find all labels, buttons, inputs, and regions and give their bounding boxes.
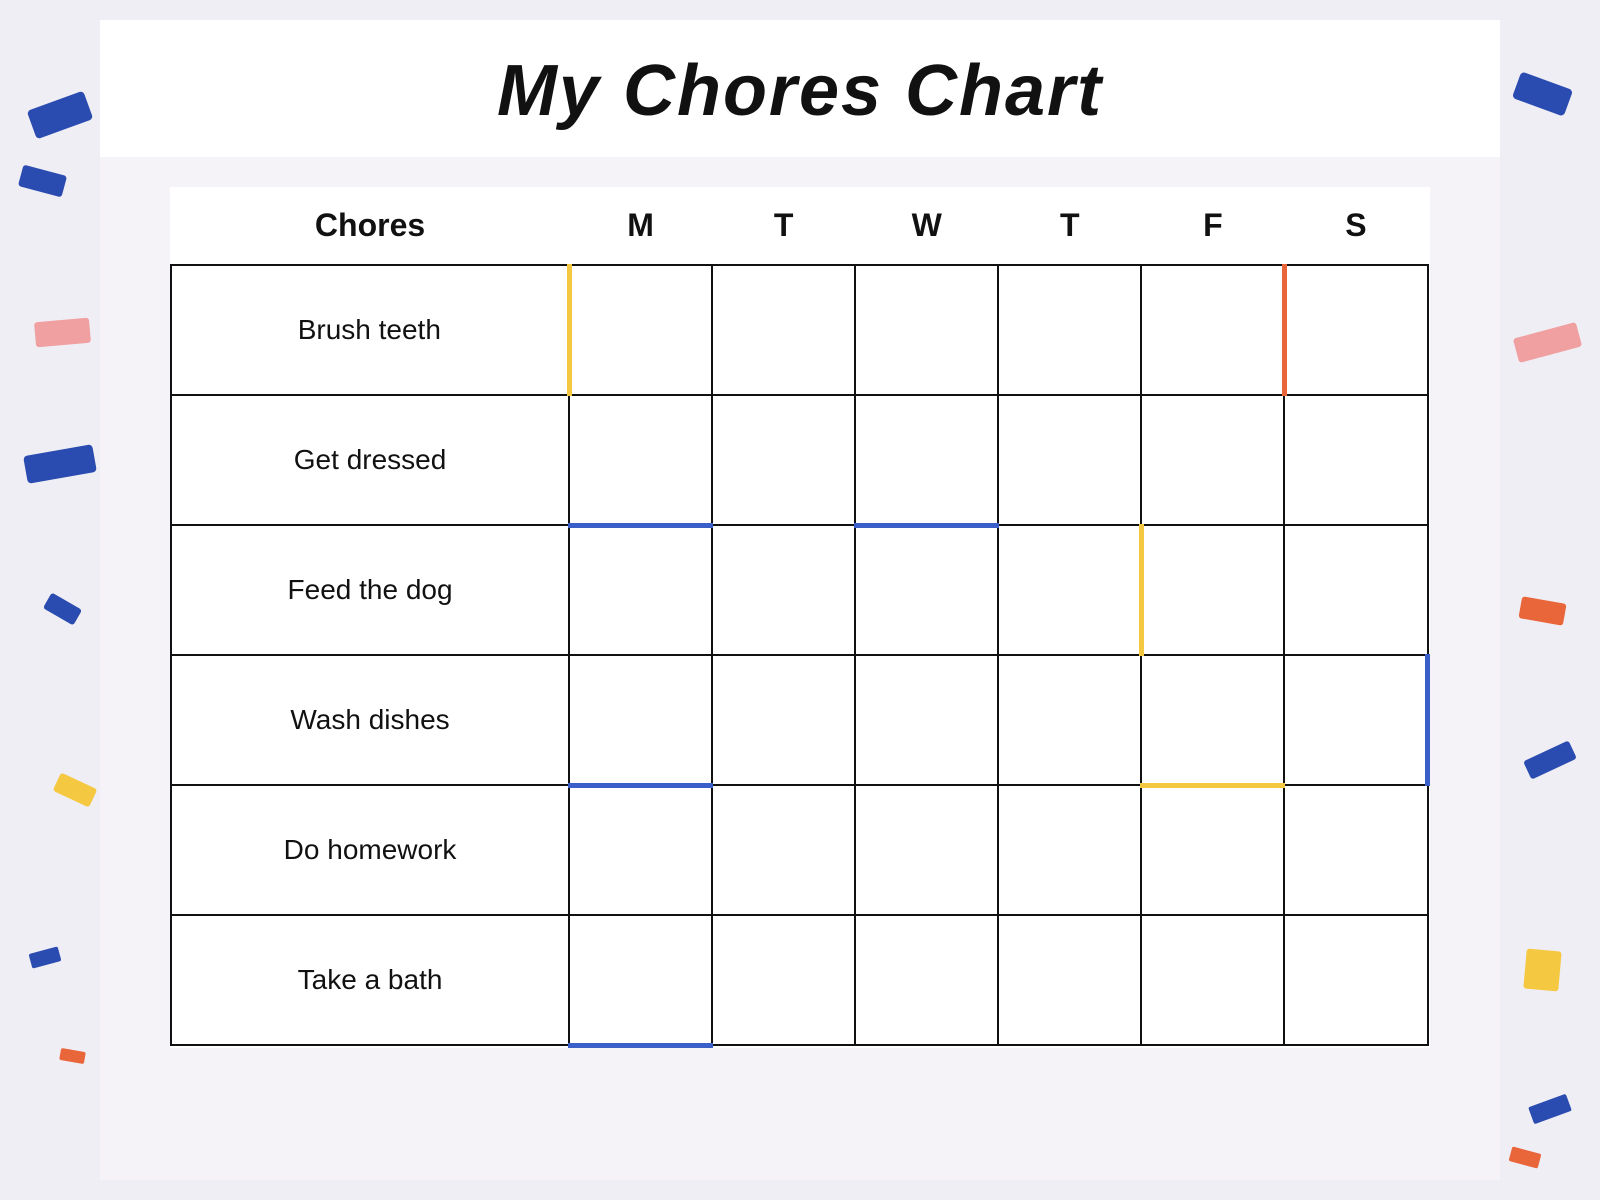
decor-shape [18,165,67,198]
decor-shape [1528,1094,1572,1125]
cell-brush-teeth-s[interactable] [1284,265,1427,395]
cell-do-homework-w[interactable] [855,785,998,915]
cell-get-dressed-m[interactable] [569,395,712,525]
chore-do-homework: Do homework [171,785,569,915]
decor-shape [1523,949,1561,992]
decor-shape [23,444,97,484]
header-day-t2: T [998,187,1141,265]
cell-get-dressed-t1[interactable] [712,395,855,525]
cell-take-bath-f[interactable] [1141,915,1284,1045]
decor-shape [53,772,98,807]
decor-shape [1518,596,1566,625]
cell-get-dressed-t2[interactable] [998,395,1141,525]
decor-shape [27,91,94,140]
header-day-m: M [569,187,712,265]
decor-shape [43,592,82,625]
cell-feed-dog-m[interactable] [569,525,712,655]
cell-wash-dishes-s[interactable] [1284,655,1427,785]
chore-get-dressed: Get dressed [171,395,569,525]
cell-wash-dishes-w[interactable] [855,655,998,785]
header-chores: Chores [171,187,569,265]
table-row: Brush teeth [171,265,1428,395]
cell-take-bath-t2[interactable] [998,915,1141,1045]
chore-wash-dishes: Wash dishes [171,655,569,785]
table-row: Feed the dog [171,525,1428,655]
header-day-s: S [1284,187,1427,265]
cell-take-bath-m[interactable] [569,915,712,1045]
page-wrapper: My Chores Chart Chores M T W T F S Brush… [100,20,1500,1180]
decor-shape [29,946,62,968]
table-row: Do homework [171,785,1428,915]
cell-feed-dog-f[interactable] [1141,525,1284,655]
cell-take-bath-t1[interactable] [712,915,855,1045]
cell-brush-teeth-w[interactable] [855,265,998,395]
cell-brush-teeth-t2[interactable] [998,265,1141,395]
cell-do-homework-s[interactable] [1284,785,1427,915]
header-day-t1: T [712,187,855,265]
table-row: Wash dishes [171,655,1428,785]
decor-shape [1513,322,1582,363]
cell-wash-dishes-f[interactable] [1141,655,1284,785]
cell-wash-dishes-t2[interactable] [998,655,1141,785]
page-title: My Chores Chart [100,50,1500,132]
decor-shape [1512,71,1573,116]
cell-brush-teeth-f[interactable] [1141,265,1284,395]
chore-take-a-bath: Take a bath [171,915,569,1045]
cell-do-homework-t2[interactable] [998,785,1141,915]
decor-shape [59,1048,86,1064]
cell-take-bath-s[interactable] [1284,915,1427,1045]
cell-feed-dog-w[interactable] [855,525,998,655]
cell-get-dressed-w[interactable] [855,395,998,525]
cell-get-dressed-s[interactable] [1284,395,1427,525]
title-bar: My Chores Chart [100,20,1500,157]
cell-wash-dishes-m[interactable] [569,655,712,785]
cell-brush-teeth-t1[interactable] [712,265,855,395]
table-row: Get dressed [171,395,1428,525]
cell-do-homework-f[interactable] [1141,785,1284,915]
chore-feed-the-dog: Feed the dog [171,525,569,655]
decor-shape [1523,740,1577,779]
cell-feed-dog-t1[interactable] [712,525,855,655]
decor-shape [1509,1146,1542,1168]
cell-do-homework-m[interactable] [569,785,712,915]
cell-brush-teeth-m[interactable] [569,265,712,395]
table-row: Take a bath [171,915,1428,1045]
cell-feed-dog-t2[interactable] [998,525,1141,655]
cell-take-bath-w[interactable] [855,915,998,1045]
cell-wash-dishes-t1[interactable] [712,655,855,785]
decor-shape [34,318,91,348]
chart-container: Chores M T W T F S Brush teeth [170,187,1430,1048]
chores-table: Chores M T W T F S Brush teeth [170,187,1430,1048]
header-day-f: F [1141,187,1284,265]
header-day-w: W [855,187,998,265]
cell-get-dressed-f[interactable] [1141,395,1284,525]
chore-brush-teeth: Brush teeth [171,265,569,395]
header-row: Chores M T W T F S [171,187,1428,265]
cell-feed-dog-s[interactable] [1284,525,1427,655]
cell-do-homework-t1[interactable] [712,785,855,915]
